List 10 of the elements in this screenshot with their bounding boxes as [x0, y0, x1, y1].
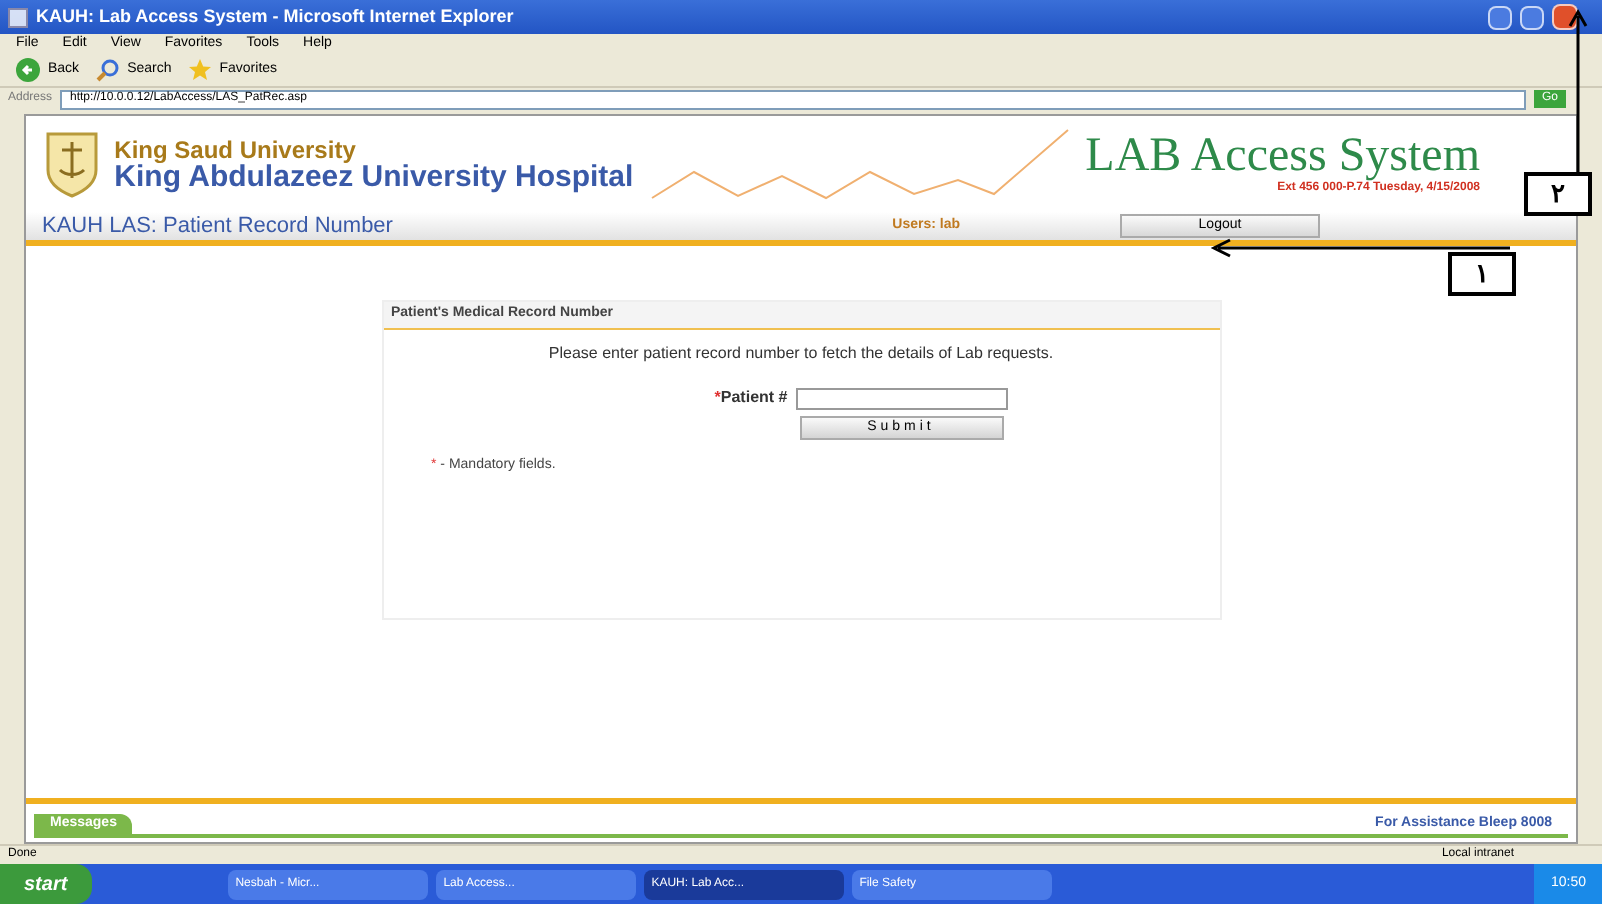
patient-number-label: *Patient # — [714, 386, 788, 410]
page-title: KAUH LAS: Patient Record Number — [42, 211, 395, 242]
instruction-text: Please enter patient record number to fetch the details of Lab requests. — [546, 342, 1056, 366]
university-name: King Saud University — [114, 137, 358, 161]
start-button[interactable]: start — [0, 864, 92, 904]
system-title: LAB Access System — [1085, 131, 1480, 179]
hospital-name: King Abdulazeez University Hospital — [114, 161, 634, 191]
window-title: KAUH: Lab Access System - Microsoft Internet Explorer — [36, 3, 516, 30]
annotation-label: ٢ — [1524, 172, 1592, 216]
annotation-label: ١ — [1448, 252, 1516, 296]
